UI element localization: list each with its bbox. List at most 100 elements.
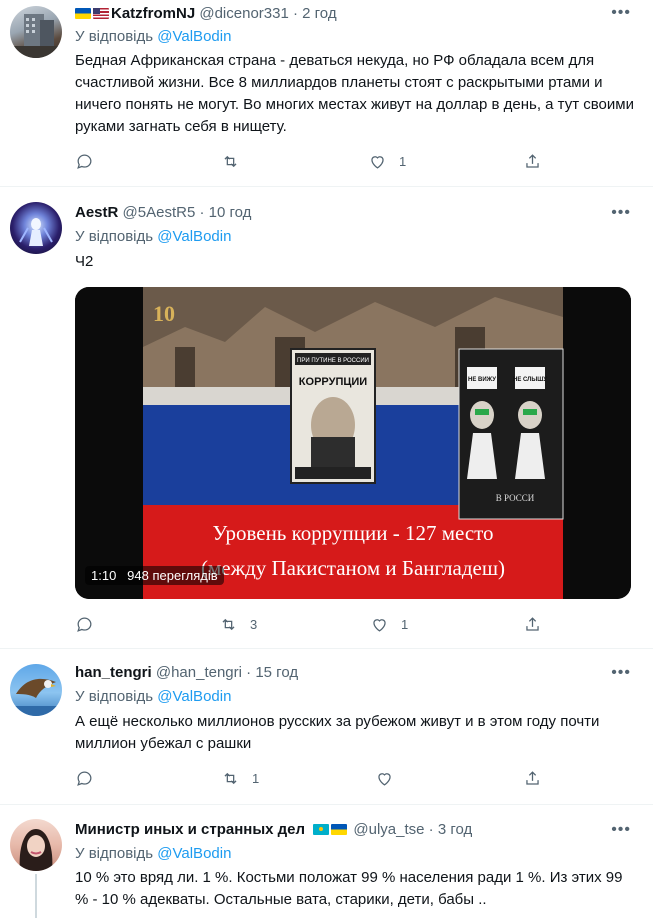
timestamp[interactable]: 10 год xyxy=(209,204,252,221)
divider xyxy=(0,804,653,805)
tweet-header: han_tengri @han_tengri · 15 год xyxy=(75,663,298,683)
reply-prefix: У відповідь xyxy=(75,228,154,245)
usa-flag-icon xyxy=(93,8,109,19)
more-options-icon[interactable]: ••• xyxy=(611,664,631,682)
book-title-text: КОРРУПЦИИ xyxy=(299,376,367,388)
heart-icon xyxy=(371,156,384,169)
video-frame: 10 ПРИ ПУТИНЕ В РОССИИ КОРРУПЦИИ НЕ ВИЖУ… xyxy=(75,287,631,599)
episode-number: 10 xyxy=(153,301,175,326)
tweet-text: Бедная Африканская страна - деваться нек… xyxy=(75,52,634,135)
display-name[interactable]: Министр иных и странных дел xyxy=(75,821,305,838)
like-count: 1 xyxy=(401,617,409,632)
woman-portrait-icon xyxy=(19,829,53,871)
tweet-actions: 1 xyxy=(75,152,545,172)
user-handle[interactable]: @ulya_tse xyxy=(353,821,424,838)
share-button[interactable] xyxy=(523,615,542,634)
timestamp[interactable]: 3 год xyxy=(438,821,472,838)
retweet-count: 1 xyxy=(252,771,260,786)
share-icon xyxy=(526,154,539,168)
retweet-icon xyxy=(224,155,237,168)
separator-dot: · xyxy=(199,204,205,221)
retweet-icon xyxy=(222,618,235,631)
thread-line xyxy=(35,874,37,918)
like-button[interactable]: 1 xyxy=(370,615,408,634)
video-caption-line-1: Уровень коррупции - 127 место xyxy=(212,521,493,545)
heart-icon xyxy=(378,773,391,786)
share-icon xyxy=(526,617,539,631)
ukraine-flag-icon xyxy=(75,8,91,19)
retweet-button[interactable]: 1 xyxy=(221,769,259,788)
ukraine-flag-icon xyxy=(331,824,348,835)
more-options-icon[interactable]: ••• xyxy=(611,204,631,222)
display-name[interactable]: AestR xyxy=(75,204,118,221)
reply-icon xyxy=(77,154,92,169)
building-photo-icon xyxy=(10,14,62,58)
reply-prefix: У відповідь xyxy=(75,28,154,45)
tweet-text: А ещё несколько миллионов русских за руб… xyxy=(75,713,600,752)
avatar[interactable] xyxy=(10,819,62,871)
avatar[interactable] xyxy=(10,6,62,58)
tweet-header: Министр иных и странных дел @ulya_tse · … xyxy=(75,820,472,840)
video-duration: 1:10 xyxy=(91,568,117,583)
like-button[interactable]: 1 xyxy=(368,152,406,171)
reply-context: У відповідь @ValBodin xyxy=(75,844,231,864)
display-name[interactable]: han_tengri xyxy=(75,664,152,681)
reply-button[interactable] xyxy=(75,152,94,171)
kazakhstan-flag-icon xyxy=(313,824,330,835)
tweet-actions: 3 1 xyxy=(75,615,545,635)
reply-icon xyxy=(77,617,92,632)
like-button[interactable] xyxy=(375,769,406,788)
heart-icon xyxy=(373,619,386,632)
reply-button[interactable] xyxy=(75,615,94,634)
display-name[interactable]: KatzfromNJ xyxy=(111,5,195,22)
mention-link[interactable]: @ValBodin xyxy=(157,688,231,705)
reply-context: У відповідь @ValBodin xyxy=(75,27,231,47)
more-options-icon[interactable]: ••• xyxy=(611,821,631,839)
retweet-count: 3 xyxy=(250,617,258,632)
share-button[interactable] xyxy=(523,152,542,171)
video-player[interactable]: 10 ПРИ ПУТИНЕ В РОССИИ КОРРУПЦИИ НЕ ВИЖУ… xyxy=(75,287,631,599)
like-count: 1 xyxy=(399,154,407,169)
video-info-badge: 1:10 948 переглядів xyxy=(85,566,224,585)
reply-button[interactable] xyxy=(75,769,94,788)
separator-dot: · xyxy=(428,821,434,838)
poster-sign-2: НЕ СЛЫШУ xyxy=(513,377,547,383)
share-button[interactable] xyxy=(523,769,542,788)
separator-dot: · xyxy=(292,5,298,22)
poster-caption: В РОССИ xyxy=(496,493,535,503)
reply-context: У відповідь @ValBodin xyxy=(75,687,231,707)
avatar[interactable] xyxy=(10,664,62,716)
retweet-button[interactable] xyxy=(221,152,252,171)
timestamp[interactable]: 15 год xyxy=(255,664,298,681)
retweet-button[interactable]: 3 xyxy=(219,615,257,634)
video-caption-line-2: (между Пакистаном и Бангладеш) xyxy=(201,556,505,580)
avatar[interactable] xyxy=(10,202,62,254)
tweet-header: KatzfromNJ @dicenor331 · 2 год xyxy=(75,4,337,24)
user-handle[interactable]: @han_tengri xyxy=(156,664,242,681)
reply-prefix: У відповідь xyxy=(75,688,154,705)
figure-glow-icon xyxy=(19,218,53,246)
user-handle[interactable]: @5AestR5 xyxy=(123,204,196,221)
reply-prefix: У відповідь xyxy=(75,845,154,862)
tweet-text: 10 % это вряд ли. 1 %. Костьми положат 9… xyxy=(75,869,623,908)
tweet-text: Ч2 xyxy=(75,253,94,270)
divider xyxy=(0,648,653,649)
user-handle[interactable]: @dicenor331 xyxy=(199,5,288,22)
tweet-katzfromnj[interactable]: KatzfromNJ @dicenor331 · 2 год ••• У від… xyxy=(0,0,653,186)
mention-link[interactable]: @ValBodin xyxy=(157,845,231,862)
timestamp[interactable]: 2 год xyxy=(302,5,336,22)
reply-context: У відповідь @ValBodin xyxy=(75,227,231,247)
tweet-header: AestR @5AestR5 · 10 год xyxy=(75,203,251,223)
tweet-actions: 1 xyxy=(75,769,545,789)
book-top-text: ПРИ ПУТИНЕ В РОССИИ xyxy=(297,358,369,364)
eagle-icon xyxy=(10,678,62,716)
mention-link[interactable]: @ValBodin xyxy=(157,28,231,45)
mention-link[interactable]: @ValBodin xyxy=(157,228,231,245)
reply-icon xyxy=(77,771,92,786)
more-options-icon[interactable]: ••• xyxy=(611,4,631,22)
video-views: 948 переглядів xyxy=(127,568,218,583)
poster-sign-1: НЕ ВИЖУ xyxy=(468,377,496,383)
separator-dot: · xyxy=(246,664,252,681)
share-icon xyxy=(526,771,539,785)
retweet-icon xyxy=(224,772,237,785)
